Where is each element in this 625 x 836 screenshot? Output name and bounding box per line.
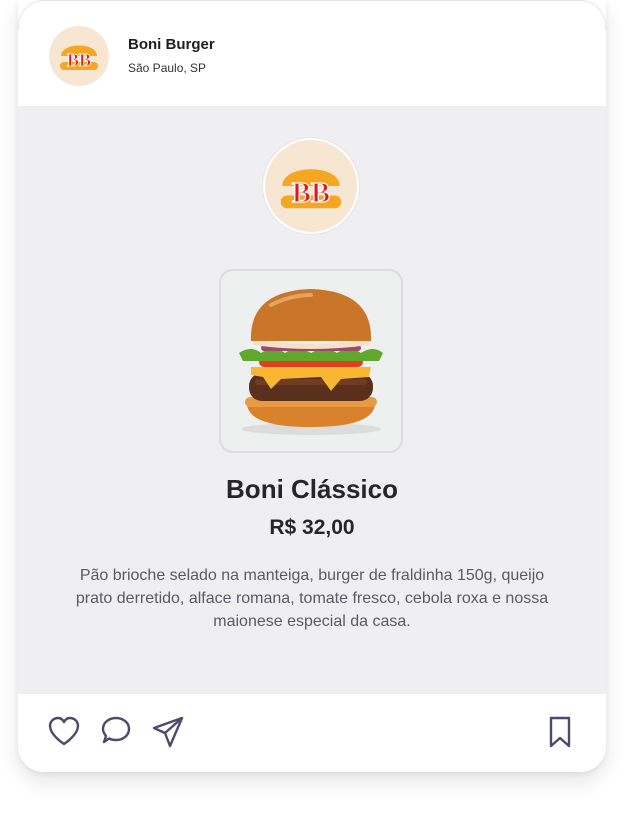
comment-icon	[101, 716, 131, 744]
bookmark-icon	[549, 716, 571, 748]
avatar[interactable]: BB	[49, 26, 109, 86]
logo-text: BB	[292, 177, 330, 209]
post-actions	[18, 694, 606, 772]
product-title: Boni Clássico	[226, 474, 398, 504]
comment-button[interactable]	[98, 714, 134, 750]
post-content: BB Boni Clássico R$ 32,00 Pão brioche se…	[18, 106, 606, 694]
burger-logo-icon: BB	[280, 169, 342, 210]
product-description: Pão brioche selado na manteiga, burger d…	[75, 567, 549, 630]
like-button[interactable]	[46, 714, 82, 750]
brand-name[interactable]: Boni Burger	[128, 36, 215, 53]
logo-text: BB	[67, 50, 91, 70]
product-image[interactable]	[219, 269, 403, 453]
post-card: BB Boni Burger São Paulo, SP BB Boni Clá…	[18, 0, 606, 772]
brand-logo: BB	[263, 138, 359, 234]
share-button[interactable]	[150, 714, 186, 750]
send-icon	[152, 716, 184, 748]
product-price: R$ 32,00	[269, 516, 355, 539]
save-button[interactable]	[542, 714, 578, 750]
burger-logo-icon: BB	[60, 45, 98, 70]
card-border	[18, 0, 606, 30]
burger-photo	[239, 289, 383, 435]
brand-location: São Paulo, SP	[128, 61, 207, 75]
heart-icon	[48, 716, 80, 746]
